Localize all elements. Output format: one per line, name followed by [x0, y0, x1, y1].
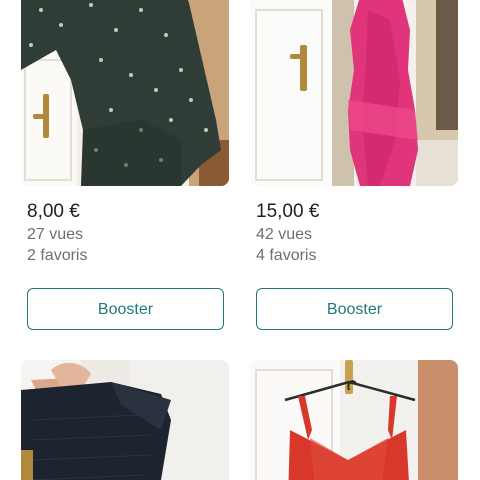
- item-price: 15,00 €: [256, 201, 320, 222]
- listings-grid: 8,00 € 27 vues 2 favoris Booster 15,00 €: [0, 0, 480, 480]
- boost-button[interactable]: Booster: [27, 288, 224, 330]
- item-views: 27 vues: [27, 226, 84, 243]
- listing-photo[interactable]: [21, 360, 229, 480]
- listing-photo[interactable]: [250, 360, 458, 480]
- boost-button[interactable]: Booster: [256, 288, 453, 330]
- listing-card: 8,00 € 27 vues 2 favoris Booster: [21, 0, 229, 330]
- listing-card: [21, 360, 229, 480]
- item-favorites: 4 favoris: [256, 247, 317, 264]
- item-views: 42 vues: [256, 226, 313, 243]
- listing-photo[interactable]: [21, 0, 229, 186]
- red-dress-photo-icon: [250, 360, 458, 480]
- black-boots-photo-icon: [21, 360, 229, 480]
- floral-dress-photo-icon: [21, 0, 229, 186]
- listing-card: 15,00 € 42 vues 4 favoris Booster: [250, 0, 458, 330]
- listing-photo[interactable]: [250, 0, 458, 186]
- item-price: 8,00 €: [27, 201, 80, 222]
- pink-dress-photo-icon: [250, 0, 458, 186]
- item-favorites: 2 favoris: [27, 247, 88, 264]
- listing-card: [250, 360, 458, 480]
